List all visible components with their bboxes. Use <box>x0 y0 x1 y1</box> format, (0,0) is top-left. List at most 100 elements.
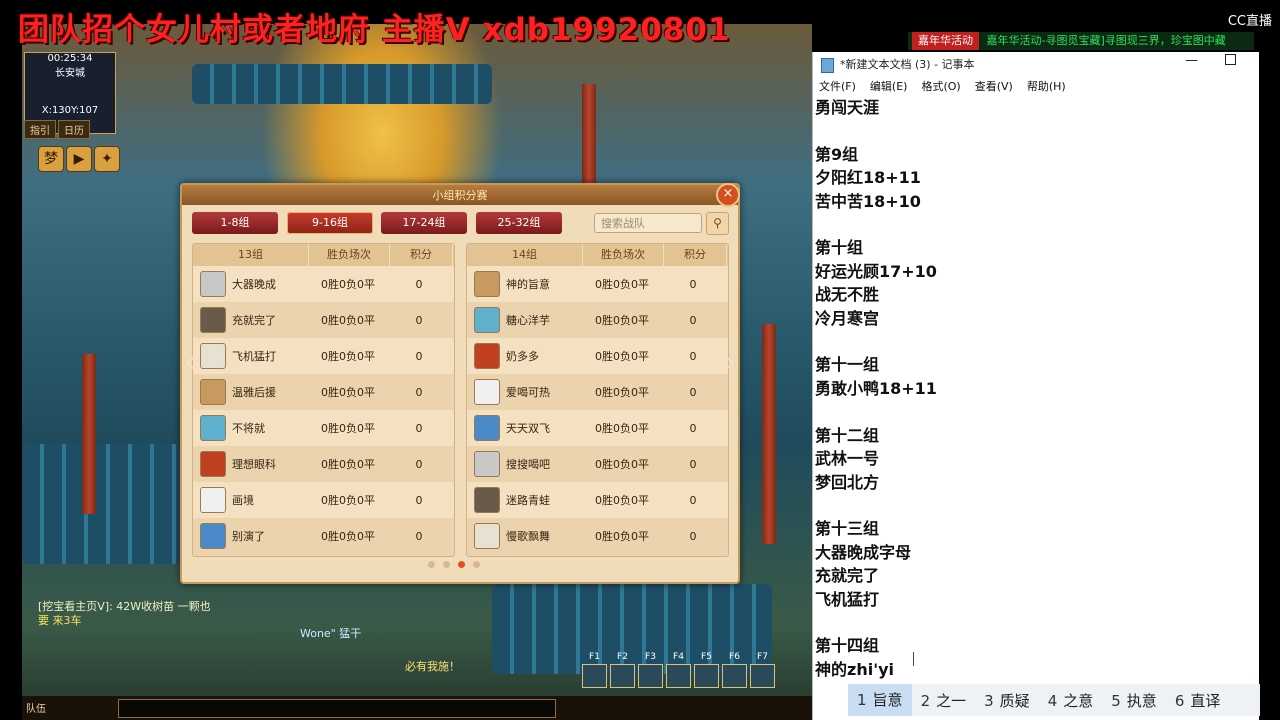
table-row[interactable]: 温雅后援 0胜0负0平 0 <box>193 374 454 410</box>
ime-candidate[interactable]: 6 直译 <box>1166 690 1230 711</box>
table-row[interactable]: 画境 0胜0负0平 0 <box>193 482 454 518</box>
menu-file[interactable]: 文件(F) <box>819 78 856 94</box>
team-avatar-icon <box>474 379 500 405</box>
table-row[interactable]: 天天双飞 0胜0负0平 0 <box>467 410 728 446</box>
team-points: 0 <box>415 385 423 399</box>
team-record: 0胜0负0平 <box>595 422 649 435</box>
team-name: 奶多多 <box>506 350 539 363</box>
table-row[interactable]: 飞机猛打 0胜0负0平 0 <box>193 338 454 374</box>
team-name: 大器晚成 <box>232 278 276 291</box>
pillar <box>82 354 96 514</box>
tab-group-1-8[interactable]: 1-8组 <box>192 212 278 234</box>
chat-line: 要 来3车 <box>38 614 82 627</box>
skill-slot[interactable]: F6 <box>722 652 747 688</box>
team-record: 0胜0负0平 <box>321 422 375 435</box>
ime-candidate[interactable]: 2 之一 <box>912 690 976 711</box>
table-row[interactable]: 爱喝可热 0胜0负0平 0 <box>467 374 728 410</box>
page-dot[interactable] <box>473 561 480 568</box>
calendar-button[interactable]: 日历 <box>58 120 90 139</box>
team-name: 爱喝可热 <box>506 386 550 399</box>
table-row[interactable]: 搜搜喝吧 0胜0负0平 0 <box>467 446 728 482</box>
table-row[interactable]: 慢歌飘舞 0胜0负0平 0 <box>467 518 728 554</box>
table-row[interactable]: 不将就 0胜0负0平 0 <box>193 410 454 446</box>
tab-group-9-16[interactable]: 9-16组 <box>287 212 373 234</box>
settings-icon[interactable]: ✦ <box>94 146 120 172</box>
chat-channel[interactable]: 队伍 <box>26 700 46 715</box>
skill-slot[interactable]: F1 <box>582 652 607 688</box>
dream-icon[interactable]: 梦 <box>38 146 64 172</box>
ime-candidate[interactable]: 3 质疑 <box>975 690 1039 711</box>
minimize-button[interactable]: — <box>1185 53 1198 68</box>
team-cell: 奶多多 <box>467 343 582 369</box>
close-icon[interactable]: × <box>716 183 740 207</box>
search-icon[interactable]: ⚲ <box>706 212 729 235</box>
skill-icon <box>750 664 775 688</box>
stream-banner: 团队招个女儿村或者地府 主播V xdb19920801 <box>18 12 731 48</box>
table-row[interactable]: 充就完了 0胜0负0平 0 <box>193 302 454 338</box>
hotkey-label: F1 <box>589 652 600 662</box>
team-name: 天天双飞 <box>506 422 550 435</box>
team-points: 0 <box>689 385 697 399</box>
skill-slot[interactable]: F5 <box>694 652 719 688</box>
team-points: 0 <box>689 349 697 363</box>
group-table-14: 14组 胜负场次 积分 神的旨意 0胜0负0平 0 糖心洋芋 0胜0负0平 0 奶多多 0胜0负0平… <box>466 243 729 557</box>
roof-tiles <box>192 64 492 104</box>
table-row[interactable]: 奶多多 0胜0负0平 0 <box>467 338 728 374</box>
team-points: 0 <box>689 457 697 471</box>
table-row[interactable]: 糖心洋芋 0胜0负0平 0 <box>467 302 728 338</box>
table-row[interactable]: 别演了 0胜0负0平 0 <box>193 518 454 554</box>
team-record: 0胜0负0平 <box>595 458 649 471</box>
table-row[interactable]: 神的旨意 0胜0负0平 0 <box>467 266 728 302</box>
chat-input[interactable] <box>118 699 556 718</box>
pillar <box>762 324 776 544</box>
team-name: 糖心洋芋 <box>506 314 550 327</box>
prev-page-arrow-icon[interactable]: ‹ <box>184 345 196 380</box>
menu-edit[interactable]: 编辑(E) <box>870 78 908 94</box>
tab-group-25-32[interactable]: 25-32组 <box>476 212 562 234</box>
candidate-number: 4 <box>1047 691 1058 710</box>
next-page-arrow-icon[interactable]: › <box>724 345 736 380</box>
team-avatar-icon <box>474 451 500 477</box>
skill-slot[interactable]: F3 <box>638 652 663 688</box>
skill-slot[interactable]: F7 <box>750 652 775 688</box>
table-row[interactable]: 大器晚成 0胜0负0平 0 <box>193 266 454 302</box>
team-cell: 飞机猛打 <box>193 343 308 369</box>
skill-slot[interactable]: F4 <box>666 652 691 688</box>
skill-slot[interactable]: F2 <box>610 652 635 688</box>
team-avatar-icon <box>200 271 226 297</box>
menu-format[interactable]: 格式(O) <box>921 78 960 94</box>
team-points: 0 <box>415 313 423 327</box>
group-table-13: 13组 胜负场次 积分 大器晚成 0胜0负0平 0 充就完了 0胜0负0平 0 飞机猛打 0胜0负0… <box>192 243 455 557</box>
video-icon[interactable]: ▶ <box>66 146 92 172</box>
team-avatar-icon <box>474 343 500 369</box>
table-row[interactable]: 理想眼科 0胜0负0平 0 <box>193 446 454 482</box>
page-dot[interactable] <box>458 561 465 568</box>
notepad-text-area[interactable]: 勇闯天涯 第9组 夕阳红18+11 苦中苦18+10 第十组 好运光顾17+10… <box>815 96 1245 681</box>
tab-group-17-24[interactable]: 17-24组 <box>381 212 467 234</box>
candidate-number: 6 <box>1174 691 1185 710</box>
ime-candidate[interactable]: 5 执意 <box>1102 690 1166 711</box>
menu-help[interactable]: 帮助(H) <box>1027 78 1066 94</box>
hotkey-label: F4 <box>673 652 684 662</box>
team-search-input[interactable]: 搜索战队 <box>594 213 702 233</box>
maximize-button[interactable] <box>1225 54 1236 65</box>
menu-view[interactable]: 查看(V) <box>975 78 1013 94</box>
ime-candidate[interactable]: 1 旨意 <box>848 684 912 716</box>
notepad-menubar: 文件(F) 编辑(E) 格式(O) 查看(V) 帮助(H) <box>819 78 1066 94</box>
team-cell: 别演了 <box>193 523 308 549</box>
ime-candidate[interactable]: 4 之意 <box>1039 690 1103 711</box>
chat-line: [挖宝看主页V]: 42W收树苗 一颗也 <box>38 600 211 613</box>
page-dot[interactable] <box>428 561 435 568</box>
page-indicator <box>428 561 480 568</box>
team-record: 0胜0负0平 <box>321 494 375 507</box>
table-row[interactable]: 迷路青蛙 0胜0负0平 0 <box>467 482 728 518</box>
page-dot[interactable] <box>443 561 450 568</box>
team-avatar-icon <box>200 523 226 549</box>
team-name: 迷路青蛙 <box>506 494 550 507</box>
team-points: 0 <box>415 349 423 363</box>
notepad-title: *新建文本文档 (3) - 记事本 <box>821 56 975 73</box>
candidate-text: 之意 <box>1063 691 1094 710</box>
group-score-dialog: 小组积分赛 × 1-8组 9-16组 17-24组 25-32组 搜索战队 ⚲ … <box>180 183 740 584</box>
team-record: 0胜0负0平 <box>595 314 649 327</box>
guide-button[interactable]: 指引 <box>24 120 56 139</box>
